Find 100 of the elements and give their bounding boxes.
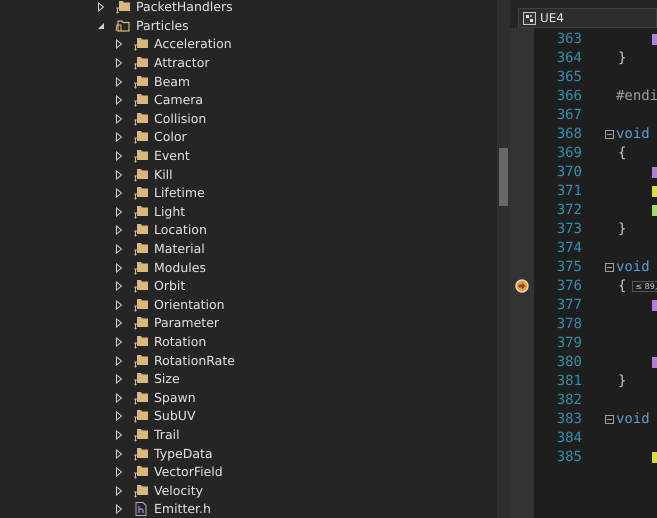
line-number: 380	[556, 354, 582, 370]
tree-item-label[interactable]: Parameter	[154, 316, 220, 330]
expanded-arrow-icon[interactable]	[97, 20, 105, 31]
code-text: {	[618, 278, 626, 294]
line-number: 374	[556, 240, 582, 256]
collapsed-arrow-icon[interactable]	[115, 486, 123, 496]
line-number: 383	[556, 411, 582, 427]
line-number: 372	[556, 202, 582, 218]
collapsed-arrow-icon[interactable]	[115, 76, 123, 87]
tree-item-label[interactable]: VectorField	[154, 465, 223, 480]
tree-item-label[interactable]: TypeData	[154, 446, 213, 461]
collapsed-arrow-icon[interactable]	[115, 356, 123, 366]
code-text: void	[616, 126, 650, 142]
folder-icon	[133, 168, 149, 182]
line-number: 381	[556, 373, 582, 389]
tree-item-label[interactable]: Orientation	[154, 298, 225, 312]
line-number: 382	[556, 392, 582, 408]
tree-item-label[interactable]: PacketHandlers	[136, 0, 233, 14]
line-number: 364	[556, 50, 582, 66]
folder-icon	[133, 465, 149, 480]
scrollbar-thumb[interactable]	[499, 148, 508, 206]
tree-item-label[interactable]: Velocity	[154, 484, 204, 498]
folder-icon	[133, 112, 149, 126]
collapsed-arrow-icon[interactable]	[115, 188, 123, 198]
folder-icon	[133, 37, 149, 52]
folder-icon	[133, 298, 149, 312]
collapse-icon[interactable]	[605, 262, 614, 272]
collapsed-arrow-icon[interactable]	[115, 300, 123, 310]
folder-icon	[133, 409, 149, 424]
tree-item-label[interactable]: Particles	[136, 18, 189, 33]
collapsed-arrow-icon[interactable]	[115, 318, 123, 328]
collapsed-arrow-icon[interactable]	[115, 281, 123, 292]
code-text: #endi	[616, 88, 657, 104]
project-dropdown[interactable]: UE4	[518, 8, 657, 28]
header-file-icon	[133, 502, 149, 516]
folder-icon	[133, 223, 149, 238]
collapsed-arrow-icon[interactable]	[115, 392, 123, 403]
tree-item-label[interactable]: Spawn	[154, 390, 196, 405]
line-number: 385	[556, 449, 582, 465]
line-number: 379	[556, 335, 582, 351]
collapsed-arrow-icon[interactable]	[115, 206, 123, 217]
tree-item-label[interactable]: Emitter.h	[154, 502, 211, 516]
collapsed-arrow-icon[interactable]	[115, 151, 123, 162]
code-text: void	[616, 259, 650, 275]
collapsed-arrow-icon[interactable]	[115, 336, 123, 347]
collapsed-arrow-icon[interactable]	[115, 467, 123, 478]
folder-icon	[133, 446, 149, 461]
collapsed-arrow-icon[interactable]	[97, 2, 105, 12]
code-hint: ≤ 89,	[632, 280, 657, 292]
collapse-icon[interactable]	[605, 130, 614, 138]
tree-item-label[interactable]: Lifetime	[154, 186, 205, 200]
tree-item-label[interactable]: Location	[154, 223, 207, 238]
collapsed-arrow-icon[interactable]	[115, 504, 123, 514]
folder-icon	[133, 354, 149, 368]
tree-item-label[interactable]: Light	[154, 204, 186, 219]
tree-item-label[interactable]: Rotation	[154, 334, 206, 349]
folder-icon	[133, 149, 149, 164]
collapsed-arrow-icon[interactable]	[115, 95, 123, 106]
line-number: 363	[556, 31, 582, 47]
line-number: 370	[556, 164, 582, 180]
collapsed-arrow-icon[interactable]	[115, 39, 123, 50]
collapse-icon[interactable]	[605, 414, 614, 424]
tree-item-label[interactable]: RotationRate	[154, 354, 235, 368]
tree-item-label[interactable]: Material	[154, 242, 205, 256]
tree-item-label[interactable]: Attractor	[154, 56, 210, 70]
code-text: }	[618, 221, 626, 237]
tree-item-label[interactable]: Modules	[154, 260, 206, 275]
tree-item-label[interactable]: Color	[154, 130, 187, 144]
collapsed-arrow-icon[interactable]	[115, 430, 123, 440]
tree-item-label[interactable]: Kill	[154, 168, 173, 182]
tree-item-label[interactable]: Trail	[154, 428, 180, 442]
tree-item-label[interactable]: Event	[154, 149, 190, 164]
tree-item-label[interactable]: Size	[154, 372, 180, 386]
project-icon	[523, 12, 536, 24]
collapsed-arrow-icon[interactable]	[115, 411, 123, 422]
tree-item-label[interactable]: SubUV	[154, 409, 196, 424]
code-text: void	[616, 411, 650, 427]
collapsed-arrow-icon[interactable]	[115, 262, 123, 273]
tree-item-label[interactable]: Beam	[154, 74, 190, 89]
line-number: 365	[556, 69, 582, 85]
line-number: 378	[556, 316, 582, 332]
collapsed-arrow-icon[interactable]	[115, 58, 123, 68]
folder-icon	[115, 0, 131, 14]
tree-item-label[interactable]: Collision	[154, 112, 206, 126]
collapsed-arrow-icon[interactable]	[115, 244, 123, 254]
line-number: 384	[556, 430, 582, 446]
code-text: }	[618, 50, 626, 66]
collapsed-arrow-icon[interactable]	[115, 448, 123, 459]
current-statement-icon[interactable]	[515, 279, 529, 293]
tree-item-label[interactable]: Orbit	[154, 279, 186, 294]
collapsed-arrow-icon[interactable]	[115, 114, 123, 124]
folder-icon	[133, 484, 149, 498]
collapsed-arrow-icon[interactable]	[115, 132, 123, 142]
line-number: 373	[556, 221, 582, 237]
collapsed-arrow-icon[interactable]	[115, 170, 123, 180]
collapsed-arrow-icon[interactable]	[115, 225, 123, 236]
line-number: 366	[556, 88, 582, 104]
collapsed-arrow-icon[interactable]	[115, 374, 123, 384]
tree-item-label[interactable]: Camera	[154, 93, 204, 108]
tree-item-label[interactable]: Acceleration	[154, 37, 232, 52]
